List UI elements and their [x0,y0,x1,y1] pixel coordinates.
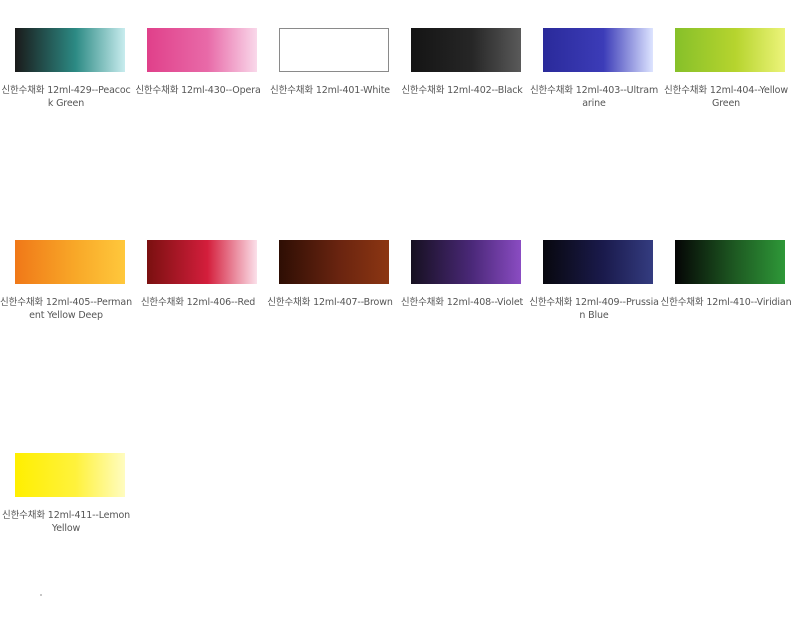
color-swatch[interactable] [15,453,125,497]
product-label[interactable]: 신한수채화 12ml-411--Lemon Yellow [0,509,132,535]
color-swatch[interactable] [15,28,125,72]
color-swatch[interactable] [147,28,257,72]
product-grid: 신한수채화 12ml-429--Peacock Green 신한수채화 12ml… [0,0,800,621]
product-label[interactable]: 신한수채화 12ml-410--Viridian [660,296,792,309]
product-card[interactable]: 신한수채화 12ml-409--Prussian Blue [528,212,660,402]
color-swatch[interactable] [411,240,521,284]
stray-dot [40,594,42,596]
product-label[interactable]: 신한수채화 12ml-406--Red [132,296,264,309]
product-card[interactable]: 신한수채화 12ml-411--Lemon Yellow [0,425,132,615]
color-swatch[interactable] [147,240,257,284]
color-swatch[interactable] [411,28,521,72]
color-swatch[interactable] [279,240,389,284]
product-card[interactable]: 신한수채화 12ml-406--Red [132,212,264,402]
product-label[interactable]: 신한수채화 12ml-404--Yellow Green [660,84,792,110]
product-card[interactable]: 신한수채화 12ml-430--Opera [132,0,264,190]
color-swatch[interactable] [15,240,125,284]
product-label[interactable]: 신한수채화 12ml-409--Prussian Blue [528,296,660,322]
product-label[interactable]: 신한수채화 12ml-401-White [264,84,396,97]
product-label[interactable]: 신한수채화 12ml-407--Brown [264,296,396,309]
product-label[interactable]: 신한수채화 12ml-405--Permanent Yellow Deep [0,296,132,322]
product-card[interactable]: 신한수채화 12ml-410--Viridian [660,212,792,402]
color-swatch[interactable] [543,28,653,72]
product-card[interactable]: 신한수채화 12ml-404--Yellow Green [660,0,792,190]
product-label[interactable]: 신한수채화 12ml-408--Violet [396,296,528,309]
product-label[interactable]: 신한수채화 12ml-403--Ultramarine [528,84,660,110]
product-card[interactable]: 신한수채화 12ml-408--Violet [396,212,528,402]
product-card[interactable]: 신한수채화 12ml-405--Permanent Yellow Deep [0,212,132,402]
product-label[interactable]: 신한수채화 12ml-429--Peacock Green [0,84,132,110]
product-card[interactable]: 신한수채화 12ml-403--Ultramarine [528,0,660,190]
color-swatch[interactable] [675,28,785,72]
color-swatch[interactable] [543,240,653,284]
product-label[interactable]: 신한수채화 12ml-430--Opera [132,84,264,97]
color-swatch[interactable] [279,28,389,72]
product-card[interactable]: 신한수채화 12ml-401-White [264,0,396,190]
product-label[interactable]: 신한수채화 12ml-402--Black [396,84,528,97]
color-swatch[interactable] [675,240,785,284]
product-card[interactable]: 신한수채화 12ml-429--Peacock Green [0,0,132,190]
product-card[interactable]: 신한수채화 12ml-402--Black [396,0,528,190]
product-card[interactable]: 신한수채화 12ml-407--Brown [264,212,396,402]
